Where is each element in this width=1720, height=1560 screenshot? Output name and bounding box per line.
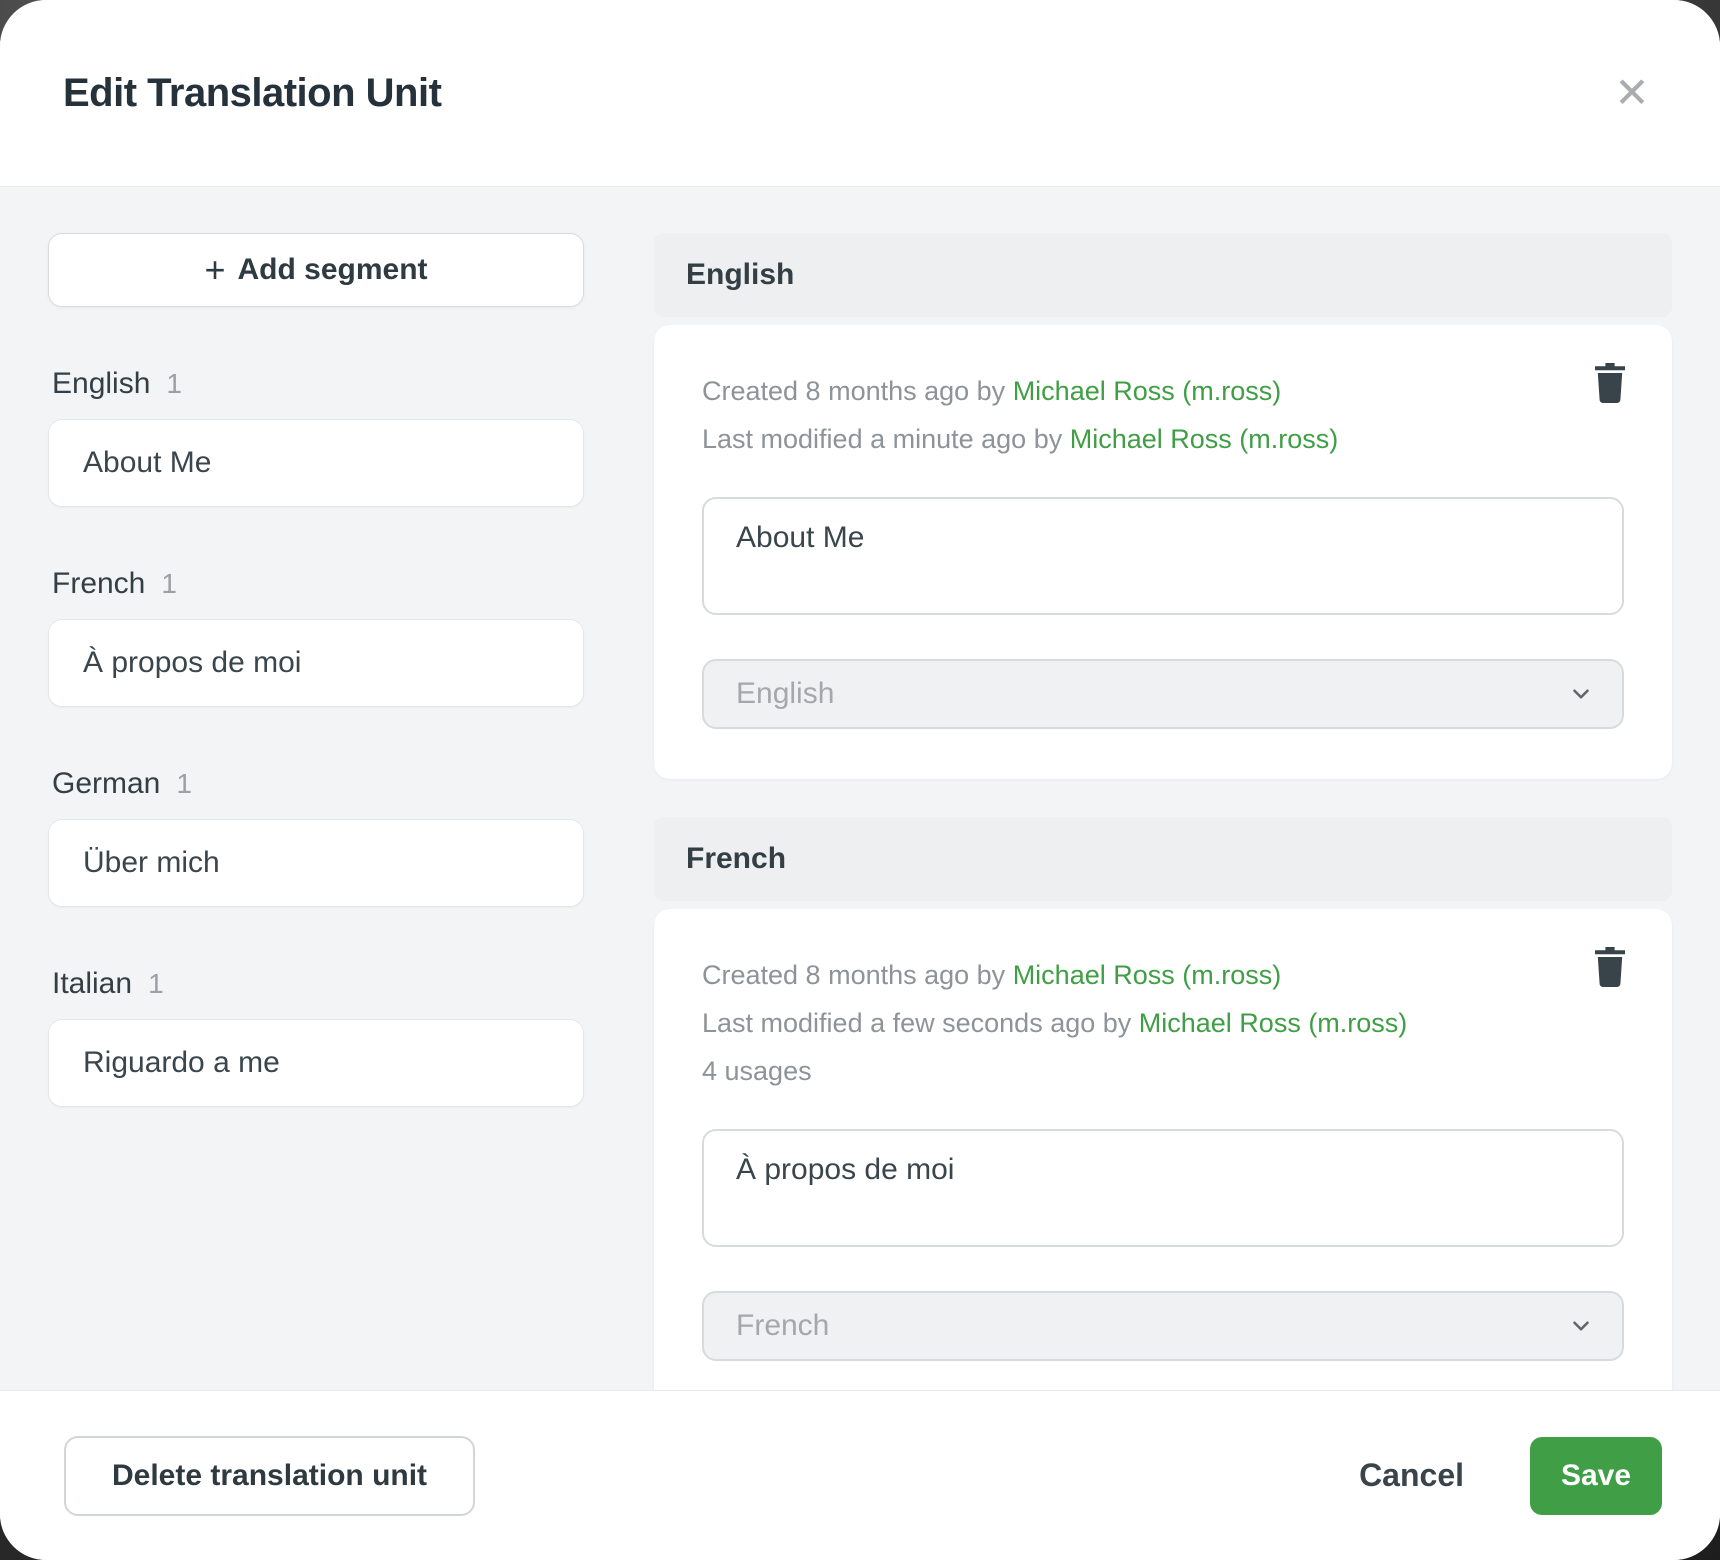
trash-icon (1593, 947, 1627, 987)
segment-count-badge: 1 (176, 768, 192, 800)
segment-label: English 1 (48, 367, 584, 401)
segment-language: English (52, 367, 150, 401)
segment-value: À propos de moi (83, 646, 301, 680)
created-prefix: Created 8 months ago by (702, 960, 1013, 990)
segment-value-textarea[interactable]: À propos de moi (702, 1129, 1624, 1247)
panel-heading-label: French (686, 842, 786, 876)
created-prefix: Created 8 months ago by (702, 376, 1013, 406)
segment-item-french[interactable]: À propos de moi (48, 619, 584, 707)
segment-label: French 1 (48, 567, 584, 601)
delete-segment-button[interactable] (1586, 359, 1634, 407)
cancel-button[interactable]: Cancel (1359, 1457, 1464, 1494)
close-icon: ✕ (1614, 72, 1649, 114)
segment-value: Über mich (83, 846, 220, 880)
modified-prefix: Last modified a few seconds ago by (702, 1008, 1139, 1038)
chevron-down-icon (1568, 681, 1594, 707)
save-button[interactable]: Save (1530, 1437, 1662, 1515)
panel-heading-label: English (686, 258, 794, 292)
created-line: Created 8 months ago by Michael Ross (m.… (702, 367, 1624, 415)
segment-label: Italian 1 (48, 967, 584, 1001)
close-button[interactable]: ✕ (1602, 63, 1662, 123)
segment-item-italian[interactable]: Riguardo a me (48, 1019, 584, 1107)
language-select-value: English (736, 677, 834, 711)
dialog-footer: Delete translation unit Cancel Save (0, 1390, 1720, 1560)
segment-language: Italian (52, 967, 132, 1001)
panel-card-french: Created 8 months ago by Michael Ross (m.… (654, 909, 1672, 1390)
panel-heading-english: English (654, 233, 1672, 317)
usages-line: 4 usages (702, 1047, 1624, 1095)
trash-icon (1593, 363, 1627, 403)
segment-group-italian: Italian 1 Riguardo a me (48, 967, 584, 1107)
panel-card-english: Created 8 months ago by Michael Ross (m.… (654, 325, 1672, 779)
segment-group-german: German 1 Über mich (48, 767, 584, 907)
segment-label: German 1 (48, 767, 584, 801)
segment-language: German (52, 767, 160, 801)
segment-count-badge: 1 (148, 968, 164, 1000)
panel-english: English Created 8 months ago by Michael … (654, 233, 1672, 779)
panel-french: French Created 8 months ago by Michael R… (654, 817, 1672, 1390)
created-user-link[interactable]: Michael Ross (m.ross) (1013, 960, 1282, 990)
modified-prefix: Last modified a minute ago by (702, 424, 1070, 454)
segment-group-french: French 1 À propos de moi (48, 567, 584, 707)
segment-value-textarea[interactable]: About Me (702, 497, 1624, 615)
segment-panels: English Created 8 months ago by Michael … (654, 233, 1672, 1390)
delete-translation-unit-button[interactable]: Delete translation unit (64, 1436, 475, 1516)
dialog-body: + Add segment English 1 About Me French … (0, 187, 1720, 1390)
modified-line: Last modified a minute ago by Michael Ro… (702, 415, 1624, 463)
dialog-header: Edit Translation Unit ✕ (0, 0, 1720, 187)
segment-value: About Me (83, 446, 211, 480)
created-line: Created 8 months ago by Michael Ross (m.… (702, 951, 1624, 999)
language-select[interactable]: English (702, 659, 1624, 729)
edit-translation-unit-dialog: Edit Translation Unit ✕ + Add segment En… (0, 0, 1720, 1560)
language-select-value: French (736, 1309, 829, 1343)
add-segment-label: Add segment (238, 253, 428, 287)
panel-heading-french: French (654, 817, 1672, 901)
segment-item-english[interactable]: About Me (48, 419, 584, 507)
language-select[interactable]: French (702, 1291, 1624, 1361)
dialog-title: Edit Translation Unit (63, 71, 441, 116)
modified-line: Last modified a few seconds ago by Micha… (702, 999, 1624, 1047)
created-user-link[interactable]: Michael Ross (m.ross) (1013, 376, 1282, 406)
segment-language: French (52, 567, 145, 601)
modified-user-link[interactable]: Michael Ross (m.ross) (1139, 1008, 1408, 1038)
add-segment-button[interactable]: + Add segment (48, 233, 584, 307)
chevron-down-icon (1568, 1313, 1594, 1339)
segment-item-german[interactable]: Über mich (48, 819, 584, 907)
segment-count-badge: 1 (161, 568, 177, 600)
modified-user-link[interactable]: Michael Ross (m.ross) (1070, 424, 1339, 454)
segment-count-badge: 1 (166, 368, 182, 400)
delete-segment-button[interactable] (1586, 943, 1634, 991)
segment-sidebar: + Add segment English 1 About Me French … (48, 233, 584, 1390)
segment-value: Riguardo a me (83, 1046, 280, 1080)
plus-icon: + (204, 252, 225, 288)
segment-group-english: English 1 About Me (48, 367, 584, 507)
